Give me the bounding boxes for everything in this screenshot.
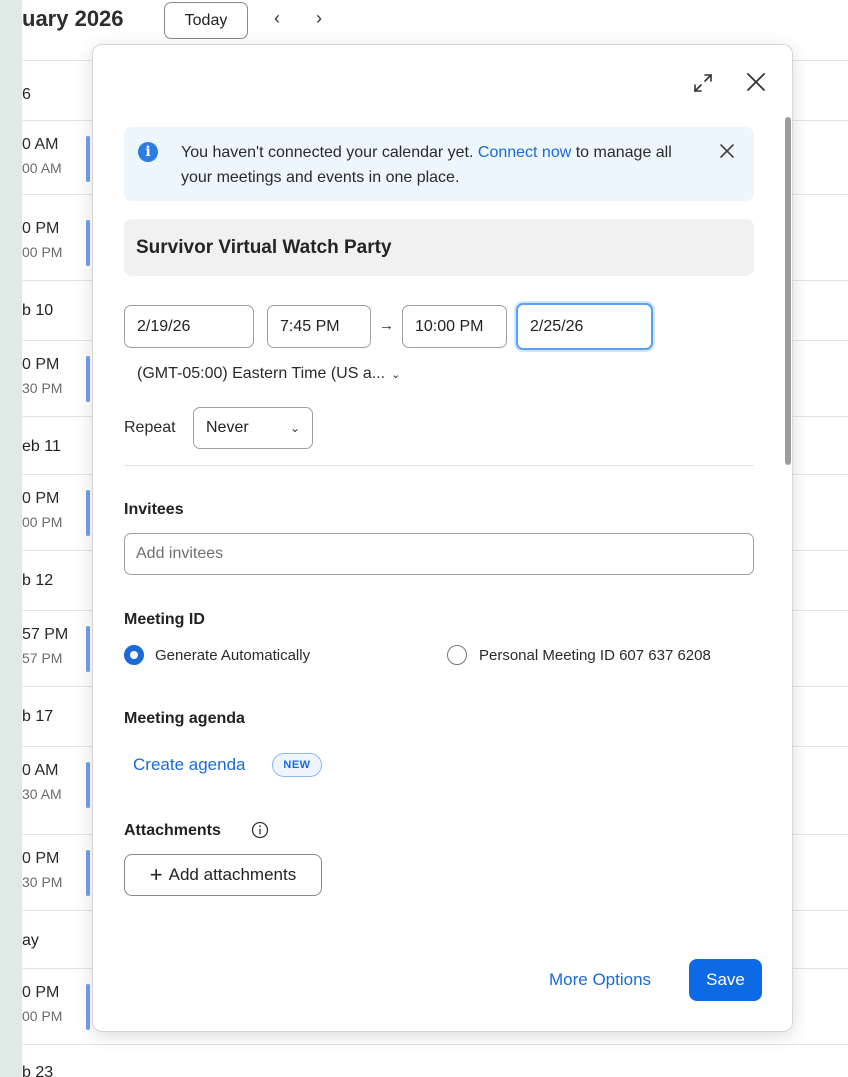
invitees-label: Invitees: [124, 501, 184, 518]
info-circle-icon[interactable]: [251, 821, 269, 839]
day-header: b 23: [22, 1064, 54, 1077]
repeat-select[interactable]: Never ⌄: [193, 407, 313, 449]
alert-close-icon[interactable]: [718, 142, 736, 160]
row-divider: [22, 1044, 848, 1045]
info-icon: i: [138, 142, 158, 162]
personal-meeting-id-label[interactable]: Personal Meeting ID 607 637 6208: [479, 647, 711, 664]
event-color-bar: [86, 626, 90, 672]
event-color-bar: [86, 850, 90, 896]
end-time-field[interactable]: 10:00 PM: [402, 305, 507, 348]
add-attachments-button[interactable]: + Add attachments: [124, 854, 322, 896]
meeting-agenda-label: Meeting agenda: [124, 710, 245, 727]
event-color-bar: [86, 136, 90, 182]
month-title: uary 2026: [22, 6, 124, 31]
meeting-title-field[interactable]: Survivor Virtual Watch Party: [124, 219, 754, 276]
more-options-link[interactable]: More Options: [549, 970, 651, 990]
personal-meeting-id-radio[interactable]: [447, 645, 467, 665]
close-icon[interactable]: [745, 71, 767, 93]
event-color-bar: [86, 762, 90, 808]
calendar-connect-alert: i You haven't connected your calendar ye…: [124, 127, 754, 201]
timezone-select[interactable]: (GMT-05:00) Eastern Time (US a... ⌄: [137, 365, 400, 383]
expand-icon[interactable]: [691, 71, 715, 95]
invitees-input[interactable]: [124, 533, 754, 575]
start-date-field[interactable]: 2/19/26: [124, 305, 254, 348]
generate-automatically-label[interactable]: Generate Automatically: [155, 647, 310, 664]
connect-now-link[interactable]: Connect now: [478, 144, 571, 161]
event-color-bar: [86, 984, 90, 1030]
event-color-bar: [86, 220, 90, 266]
prev-arrow-icon[interactable]: ‹: [274, 8, 280, 29]
event-color-bar: [86, 356, 90, 402]
calendar-header: uary 2026 Today ‹ ›: [22, 0, 848, 40]
plus-icon: +: [149, 862, 163, 887]
section-divider: [124, 465, 754, 466]
save-button[interactable]: Save: [689, 959, 762, 1001]
left-sidebar-strip: [0, 0, 22, 1077]
alert-message: You haven't connected your calendar yet.…: [181, 144, 672, 186]
generate-automatically-radio[interactable]: [124, 645, 144, 665]
meeting-id-label: Meeting ID: [124, 611, 205, 628]
start-time-field[interactable]: 7:45 PM: [267, 305, 371, 348]
create-agenda-link[interactable]: Create agenda: [133, 755, 245, 775]
today-button[interactable]: Today: [164, 2, 248, 39]
meeting-title: Survivor Virtual Watch Party: [136, 237, 392, 258]
scrollbar[interactable]: [785, 117, 791, 465]
event-color-bar: [86, 490, 90, 536]
repeat-label: Repeat: [124, 419, 176, 436]
schedule-meeting-dialog: i You haven't connected your calendar ye…: [92, 44, 793, 1032]
chevron-down-icon: ⌄: [289, 421, 300, 435]
new-badge: NEW: [272, 753, 322, 777]
attachments-label: Attachments: [124, 822, 221, 839]
next-arrow-icon[interactable]: ›: [316, 8, 322, 29]
chevron-down-icon: ⌄: [391, 369, 401, 381]
arrow-right-icon: →: [379, 317, 394, 334]
end-date-field[interactable]: 2/25/26: [516, 303, 653, 350]
